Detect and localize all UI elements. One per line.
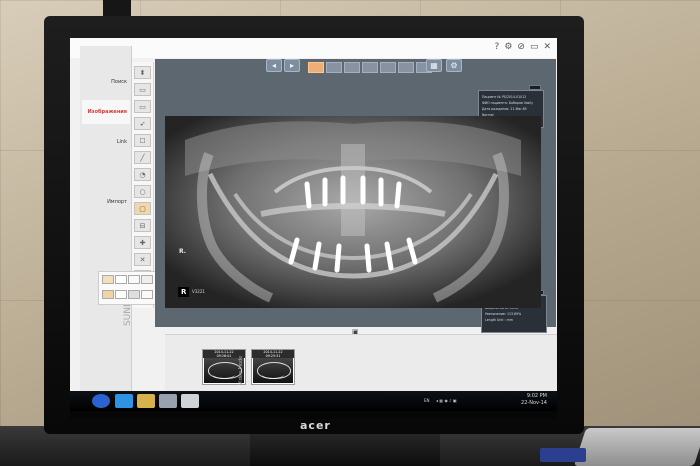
- layout-2x3-button[interactable]: [380, 62, 396, 73]
- swatch-5[interactable]: [102, 290, 114, 299]
- app-titlebar: ? ⚙ ⊘ ▭ ✕: [70, 38, 557, 58]
- clock-date: 22-Nov-14: [521, 400, 547, 406]
- screens-icon[interactable]: ▦: [426, 59, 442, 72]
- usb-device: [540, 448, 586, 462]
- rect-tool[interactable]: ▭: [134, 83, 151, 96]
- window-controls: ? ⚙ ⊘ ▭ ✕: [495, 41, 551, 53]
- swatch-3[interactable]: [128, 275, 140, 284]
- left-navigation: Поиск Изображения Link Импорт: [80, 46, 132, 391]
- swatch-1[interactable]: [102, 275, 114, 284]
- swatch-2[interactable]: [115, 275, 127, 284]
- layout-1x1-button[interactable]: [308, 62, 324, 73]
- pan-tool[interactable]: ⬍: [134, 66, 151, 79]
- panoramic-xray-image[interactable]: [165, 116, 541, 308]
- length-unit: Length Unit : mm: [485, 318, 513, 322]
- layout-2x1-button[interactable]: [344, 62, 360, 73]
- thumbnail-strip: 2014-11-22 09:26:01 2014-11-22 09:25:51: [165, 334, 557, 394]
- block-icon[interactable]: ⊘: [517, 41, 525, 53]
- desk-device: [573, 428, 700, 466]
- thumbnail-2-image: [253, 358, 293, 383]
- xray-orientation-badge: R: [178, 287, 190, 297]
- line-tool[interactable]: ╱: [134, 151, 151, 164]
- close-icon[interactable]: ✕: [543, 41, 551, 53]
- xray-graphic: [165, 116, 541, 308]
- clock-time: 9:02 PM: [526, 393, 547, 399]
- media-icon[interactable]: [159, 394, 177, 408]
- maximize-icon[interactable]: ▭: [530, 41, 539, 53]
- layout-2x2-button[interactable]: [362, 62, 378, 73]
- tray-icons[interactable]: ◂ ▦ ◉ ♪ ▣: [436, 398, 457, 403]
- nav-search[interactable]: Поиск: [82, 70, 130, 94]
- language-indicator[interactable]: EN: [424, 398, 430, 403]
- color-palette: [98, 271, 156, 305]
- layout-3x3-button[interactable]: [398, 62, 414, 73]
- angle-tool[interactable]: ◔: [134, 168, 151, 181]
- thumbnail-2-caption: 2014-11-22 09:25:51: [252, 350, 294, 358]
- nav-link[interactable]: Link: [82, 130, 130, 154]
- settings-viewer-icon[interactable]: ⚙: [446, 59, 462, 72]
- help-icon[interactable]: ?: [495, 41, 500, 53]
- swatch-7[interactable]: [128, 290, 140, 299]
- highlight-tool[interactable]: ▢: [134, 202, 151, 215]
- layout-toolbar: [260, 62, 432, 73]
- settings-icon[interactable]: ⚙: [504, 41, 512, 53]
- app-icon[interactable]: [181, 394, 199, 408]
- delete-tool[interactable]: ✕: [134, 253, 151, 266]
- ruler-tool[interactable]: ⊟: [134, 219, 151, 232]
- cross-tool[interactable]: ✚: [134, 236, 151, 249]
- nav-empty[interactable]: [82, 160, 130, 184]
- thumbnail-2[interactable]: 2014-11-22 09:25:51: [251, 349, 295, 385]
- xray-code: V3221: [192, 289, 205, 294]
- windows-taskbar: EN ◂ ▦ ◉ ♪ ▣ 9:02 PM 22-Nov-14: [70, 391, 557, 411]
- browser-icon[interactable]: [115, 394, 133, 408]
- circle-tool[interactable]: ○: [134, 185, 151, 198]
- explorer-icon[interactable]: [137, 394, 155, 408]
- nav-import[interactable]: Импорт: [82, 190, 130, 214]
- arrow-tool[interactable]: ➶: [134, 117, 151, 130]
- swatch-6[interactable]: [115, 290, 127, 299]
- info-close-button[interactable]: [529, 85, 541, 90]
- system-clock[interactable]: 9:02 PM 22-Nov-14: [521, 393, 547, 407]
- swatch-8[interactable]: [141, 290, 153, 299]
- screen: ? ⚙ ⊘ ▭ ✕ Поиск Изображения Link Импорт …: [70, 38, 557, 411]
- thumbnail-strip-label: Video Mode: [238, 355, 244, 385]
- monitor-lower-bezel: [70, 411, 557, 419]
- swatch-4[interactable]: [141, 275, 153, 284]
- nav-images[interactable]: Изображения: [82, 100, 130, 124]
- start-button[interactable]: [92, 394, 110, 408]
- box-tool[interactable]: ☐: [134, 134, 151, 147]
- monitor-brand: acer: [300, 419, 331, 432]
- xray-orientation-left: R.: [179, 248, 187, 255]
- frame-tool[interactable]: ▭: [134, 100, 151, 113]
- layout-1x2-button[interactable]: [326, 62, 342, 73]
